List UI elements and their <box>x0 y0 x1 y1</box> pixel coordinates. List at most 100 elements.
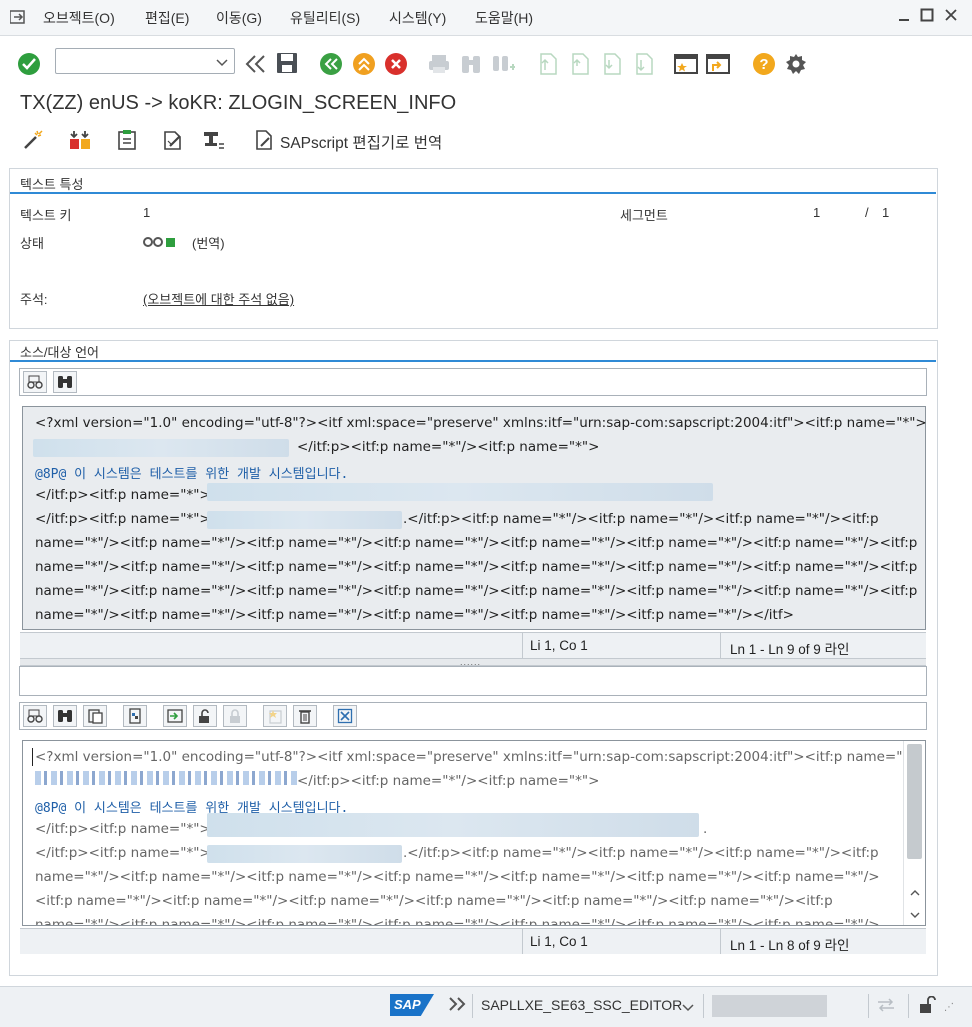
previous-page-icon <box>568 52 592 76</box>
scroll-down-icon[interactable] <box>909 907 921 923</box>
sapscript-editor-icon[interactable] <box>254 129 274 154</box>
segment-current: 1 <box>813 205 821 220</box>
back-icon[interactable] <box>319 52 343 76</box>
group-divider <box>10 192 936 194</box>
source-line-1: <?xml version="1.0" encoding="utf-8"?><i… <box>35 415 927 431</box>
collapse-toolbar-icon[interactable] <box>243 52 267 76</box>
source-line-7: name="*"/><itf:p name="*"/><itf:p name="… <box>35 535 918 551</box>
close-icon[interactable] <box>944 8 958 25</box>
menu-system[interactable]: 시스템(Y) <box>389 8 446 28</box>
insert-icon[interactable] <box>123 705 147 727</box>
source-target-title: 소스/대상 언어 <box>20 345 99 360</box>
unlock-status-icon[interactable] <box>918 995 936 1017</box>
delete-icon[interactable] <box>293 705 317 727</box>
text-cursor <box>32 748 33 766</box>
segment-label: 세그먼트 <box>620 208 668 223</box>
target-line-9: name="*"/><itf:p name="*"/><itf:p name="… <box>35 917 880 926</box>
cancel-icon[interactable] <box>384 52 408 76</box>
command-field[interactable] <box>55 48 235 74</box>
target-find-icon[interactable] <box>53 705 77 727</box>
minimize-icon[interactable] <box>897 8 911 25</box>
proposals-icon[interactable] <box>68 129 92 154</box>
next-page-icon <box>600 52 624 76</box>
status-value: (번역) <box>192 236 225 251</box>
redacted-text <box>207 813 699 837</box>
menu-object[interactable]: 오브젝트(O) <box>43 8 115 28</box>
redacted-text <box>207 483 713 501</box>
source-editor-toolbar <box>19 368 927 396</box>
exit-icon[interactable] <box>352 52 376 76</box>
source-find-icon[interactable] <box>53 371 77 393</box>
enter-check-icon[interactable] <box>17 52 41 76</box>
target-line-info: Ln 1 - Ln 8 of 9 라인 <box>730 938 850 953</box>
application-toolbar <box>0 124 972 160</box>
vertical-scrollbar[interactable] <box>903 741 925 925</box>
splitter-handle[interactable]: ...... <box>20 657 926 667</box>
status-label: 상태 <box>20 236 44 251</box>
chevron-down-icon[interactable] <box>682 1000 694 1016</box>
source-line-6: .</itf:p><itf:p name="*"/><itf:p name="*… <box>403 511 879 527</box>
document-check-icon[interactable] <box>116 129 138 154</box>
stamp-icon[interactable] <box>202 129 226 154</box>
redacted-text <box>35 771 297 785</box>
menu-help[interactable]: 도움말(H) <box>475 8 533 28</box>
comment-label: 주석: <box>20 292 48 307</box>
target-line-7: name="*"/><itf:p name="*"/><itf:p name="… <box>35 869 880 885</box>
settings-gear-icon[interactable] <box>784 52 808 76</box>
menu-toggle-icon[interactable] <box>9 10 26 24</box>
target-line-2: </itf:p><itf:p name="*"/><itf:p name="*"… <box>297 773 600 789</box>
target-glasses-icon[interactable] <box>23 705 47 727</box>
source-editor[interactable]: <?xml version="1.0" encoding="utf-8"?><i… <box>22 406 927 630</box>
swap-icon <box>876 997 896 1016</box>
source-glasses-icon[interactable] <box>23 371 47 393</box>
comment-link[interactable]: (오브젝트에 대한 주석 없음) <box>143 289 294 308</box>
target-editor[interactable]: <?xml version="1.0" encoding="utf-8"?><i… <box>22 740 926 926</box>
text-key-value: 1 <box>143 205 151 220</box>
scrollbar-thumb[interactable] <box>907 744 922 859</box>
generate-shortcut-icon[interactable] <box>706 52 730 76</box>
expand-status-icon[interactable] <box>448 996 468 1015</box>
sap-logo-text: SAP <box>394 997 421 1012</box>
maximize-icon[interactable] <box>920 8 934 25</box>
edit-document-icon[interactable] <box>162 129 184 154</box>
chevron-down-icon[interactable] <box>216 55 228 71</box>
target-cursor-position: Li 1, Co 1 <box>530 934 588 949</box>
menu-goto[interactable]: 이동(G) <box>216 8 262 28</box>
status-lights-icon <box>143 235 177 251</box>
help-icon[interactable]: ? <box>752 52 776 76</box>
source-line-info: Ln 1 - Ln 9 of 9 라인 <box>730 642 850 657</box>
source-status-bar: Li 1, Co 1 Ln 1 - Ln 9 of 9 라인 <box>20 632 926 658</box>
scroll-up-icon[interactable] <box>909 885 921 901</box>
import-icon[interactable] <box>163 705 187 727</box>
paste-icon[interactable] <box>83 705 107 727</box>
target-editor-toolbar <box>19 702 927 730</box>
source-line-3: @8P@ 이 시스템은 테스트를 위한 개발 시스템입니다. <box>35 467 349 482</box>
menu-edit[interactable]: 편집(E) <box>145 8 189 28</box>
menu-bar: 오브젝트(O) 편집(E) 이동(G) 유틸리티(S) 시스템(Y) 도움말(H… <box>0 0 972 36</box>
lock-icon <box>223 705 247 727</box>
page-title: TX(ZZ) enUS -> koKR: ZLOGIN_SCREEN_INFO <box>20 92 457 114</box>
sapscript-editor-button[interactable]: SAPscript 편집기로 번역 <box>280 131 442 153</box>
source-line-4: </itf:p><itf:p name="*"> <box>35 487 211 503</box>
transaction-name: SAPLLXE_SE63_SSC_EDITOR <box>481 997 683 1013</box>
last-page-icon <box>632 52 656 76</box>
group-divider <box>10 360 936 362</box>
favorite-icon <box>263 705 287 727</box>
source-line-10: name="*"/><itf:p name="*"/><itf:p name="… <box>35 607 794 623</box>
redacted-text <box>207 845 402 863</box>
create-session-icon[interactable] <box>674 52 698 76</box>
unlock-icon[interactable] <box>193 705 217 727</box>
source-line-8: name="*"/><itf:p name="*"/><itf:p name="… <box>35 559 918 575</box>
target-line-4: </itf:p><itf:p name="*"> <box>35 821 211 837</box>
target-line-6: .</itf:p><itf:p name="*"/><itf:p name="*… <box>403 845 879 861</box>
magic-wand-icon[interactable] <box>22 129 44 154</box>
text-attributes-title: 텍스트 특성 <box>20 177 84 192</box>
print-icon <box>427 52 451 76</box>
resize-grip-icon[interactable]: ⋰ <box>944 1002 954 1013</box>
save-icon[interactable] <box>275 51 299 75</box>
text-key-label: 텍스트 키 <box>20 208 72 223</box>
redacted-text <box>207 511 402 529</box>
redacted-system-info <box>712 995 827 1017</box>
menu-utilities[interactable]: 유틸리티(S) <box>290 8 360 28</box>
close-editor-icon[interactable] <box>333 705 357 727</box>
